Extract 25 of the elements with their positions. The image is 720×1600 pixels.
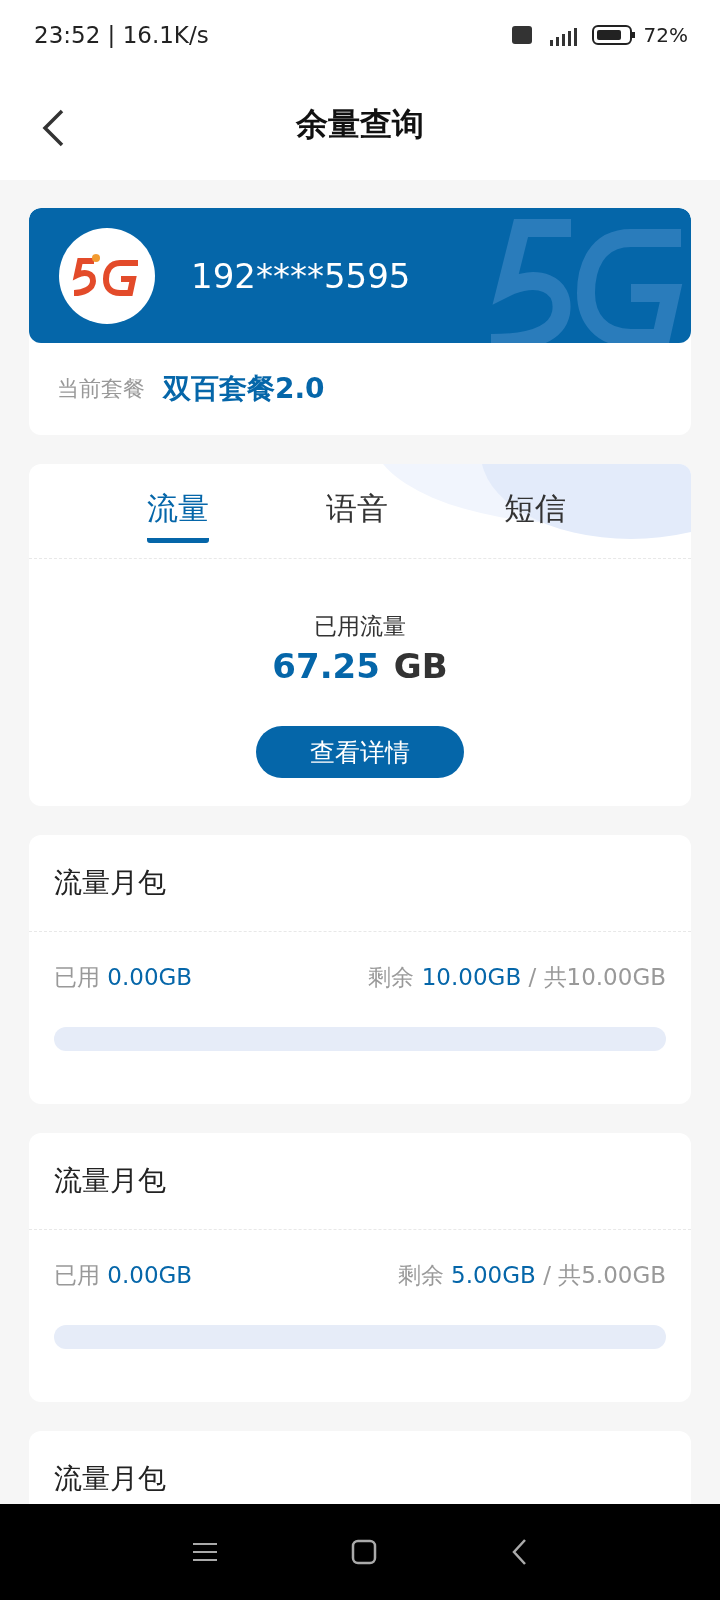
usage-label: 已用流量 (314, 612, 406, 641)
battery-percent: 72% (643, 23, 688, 47)
remaining-amount: 剩余 5.00GB / 共5.00GB (397, 1261, 666, 1290)
package-title: 流量月包 (54, 1461, 166, 1497)
phone-number: 192****5595 (191, 255, 411, 296)
plan-name: 双百套餐2.0 (163, 371, 325, 407)
tab[interactable]: 流量 (147, 479, 209, 543)
back-icon[interactable] (40, 108, 66, 148)
usage-unit: GB (393, 646, 448, 686)
usage-value: 67.25 (272, 646, 380, 686)
battery-icon (591, 24, 636, 46)
tab[interactable]: 短信 (504, 479, 566, 543)
page-title: 余量查询 (296, 104, 424, 145)
home-icon[interactable] (351, 1539, 377, 1565)
status-time: 23:52 | 16.1K/s (34, 22, 209, 48)
back-icon[interactable] (511, 1538, 527, 1566)
package-title: 流量月包 (54, 1163, 166, 1199)
details-button[interactable]: 查看详情 (256, 726, 464, 778)
used-amount: 已用 0.00GB (54, 963, 193, 992)
tab[interactable]: 语音 (325, 479, 388, 543)
plan-label: 当前套餐 (57, 375, 145, 403)
package-title: 流量月包 (54, 865, 166, 901)
remaining-amount: 剩余 10.00GB / 共10.00GB (368, 963, 666, 992)
menu-icon[interactable] (193, 1542, 217, 1562)
used-amount: 已用 0.00GB (54, 1261, 193, 1290)
